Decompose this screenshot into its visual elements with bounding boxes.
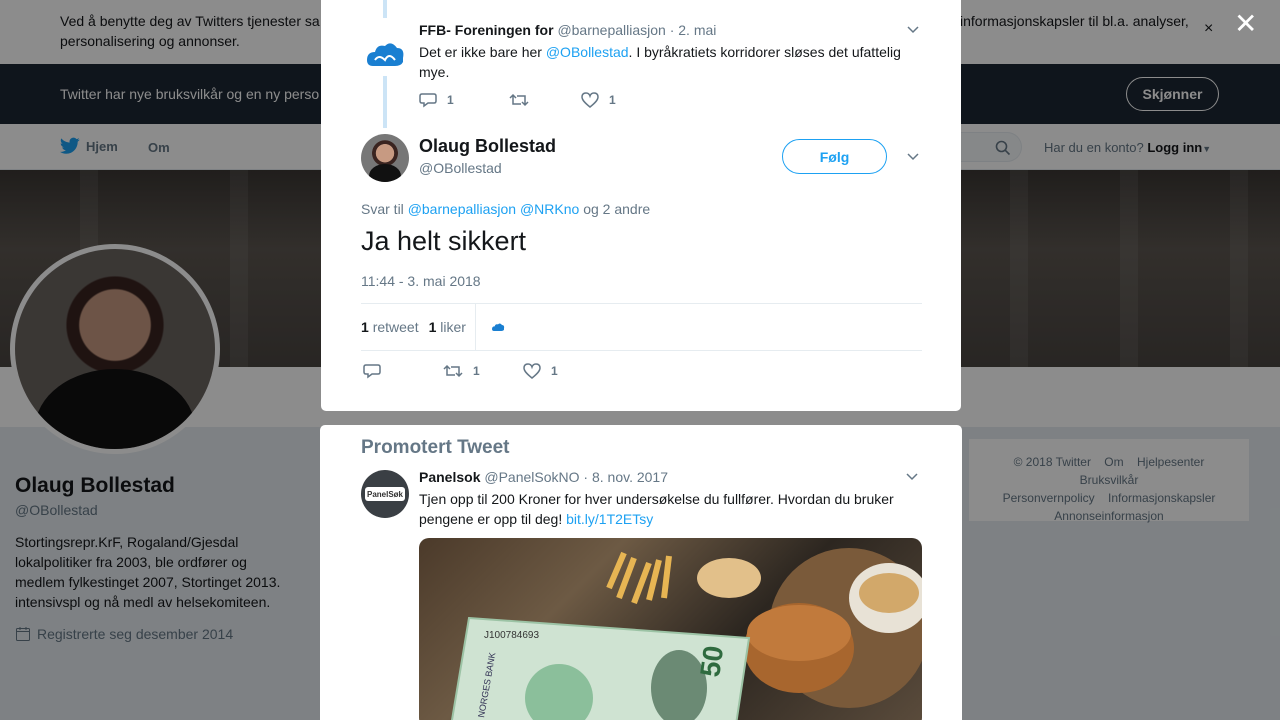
- retweet-stat[interactable]: 1 retweet: [361, 319, 419, 335]
- reply-mention-link[interactable]: @NRKno: [520, 201, 579, 217]
- reply-prefix: Svar til: [361, 201, 404, 217]
- promoted-text-body: Tjen opp til 200 Kroner for hver undersø…: [419, 491, 894, 527]
- thread-line-bottom: [383, 76, 387, 128]
- like-button[interactable]: 1: [581, 92, 616, 108]
- promoted-tweet-header: Panelsok @PanelSokNO · 8. nov. 2017: [419, 469, 668, 485]
- main-tweet-handle[interactable]: @OBollestad: [419, 160, 502, 176]
- main-tweet-name[interactable]: Olaug Bollestad: [419, 136, 556, 157]
- stats-divider: [474, 303, 476, 351]
- reply-mention-link[interactable]: @barnepalliasjon: [408, 201, 516, 217]
- tweet-modal: FFB- Foreningen for @barnepalliasjon · 2…: [321, 0, 961, 411]
- reply-icon: [363, 364, 381, 379]
- chevron-down-icon[interactable]: [906, 473, 918, 481]
- main-like-count: 1: [551, 364, 558, 378]
- main-tweet-avatar[interactable]: [361, 134, 409, 182]
- reply-button[interactable]: [363, 363, 443, 379]
- follow-button[interactable]: Følg: [782, 139, 887, 174]
- liker-avatar[interactable]: [487, 319, 509, 335]
- parent-tweet-name[interactable]: FFB- Foreningen for: [419, 22, 554, 38]
- promoted-tweet-panel: Promotert Tweet PanelSøk Panelsok @Panel…: [320, 425, 962, 720]
- retweet-stat-label: retweet: [372, 319, 419, 335]
- promoted-name[interactable]: Panelsok: [419, 469, 480, 485]
- parent-tweet-header: FFB- Foreningen for @barnepalliasjon · 2…: [419, 22, 716, 38]
- panelsok-logo: PanelSøk: [365, 487, 405, 501]
- like-stat[interactable]: 1 liker: [429, 319, 466, 335]
- reply-suffix[interactable]: og 2 andre: [583, 201, 650, 217]
- retweet-button[interactable]: [509, 92, 581, 108]
- parent-like-count: 1: [609, 93, 616, 107]
- retweet-button[interactable]: 1: [443, 363, 523, 379]
- retweet-icon: [509, 93, 529, 107]
- like-stat-count: 1: [428, 319, 437, 335]
- like-stat-label: liker: [440, 319, 466, 335]
- banknote-value: 50: [694, 644, 729, 679]
- reply-button[interactable]: 1: [419, 92, 509, 108]
- heart-icon: [523, 363, 541, 379]
- parent-tweet-handle[interactable]: @barnepalliasjon: [557, 22, 665, 38]
- main-retweet-count: 1: [473, 364, 480, 378]
- retweet-stat-count: 1: [361, 319, 369, 335]
- thread-line-top: [383, 0, 387, 18]
- replying-to: Svar til @barnepalliasjon @NRKno og 2 an…: [361, 201, 650, 217]
- parent-reply-count: 1: [447, 93, 454, 107]
- heart-icon: [581, 92, 599, 108]
- parent-tweet-date[interactable]: · 2. mai: [670, 22, 717, 38]
- retweet-icon: [443, 364, 463, 378]
- main-tweet-actions: 1 1: [363, 363, 558, 379]
- parent-tweet-actions: 1 1: [419, 92, 616, 108]
- promoted-handle[interactable]: @PanelSokNO: [484, 469, 579, 485]
- reply-icon: [419, 93, 437, 108]
- promoted-text: Tjen opp til 200 Kroner for hver undersø…: [419, 489, 919, 529]
- ffb-avatar[interactable]: [361, 30, 409, 78]
- promoted-title: Promotert Tweet: [361, 437, 510, 458]
- promoted-image[interactable]: J100784693 NORGES BANK 50: [419, 538, 922, 720]
- promoted-date[interactable]: · 8. nov. 2017: [583, 469, 668, 485]
- parent-tweet-text: Det er ikke bare her @OBollestad. I byrå…: [419, 42, 919, 82]
- modal-close-icon[interactable]: ✕: [1234, 10, 1257, 38]
- tweet-stats: 1 retweet 1 liker: [361, 303, 922, 351]
- parent-text-before: Det er ikke bare her: [419, 44, 546, 60]
- main-tweet-text: Ja helt sikkert: [361, 226, 527, 256]
- main-tweet-timestamp[interactable]: 11:44 - 3. mai 2018: [361, 273, 481, 289]
- chevron-down-icon[interactable]: [907, 153, 919, 161]
- promoted-link[interactable]: bit.ly/1T2ETsy: [566, 511, 653, 527]
- like-button[interactable]: 1: [523, 363, 558, 379]
- promoted-avatar[interactable]: PanelSøk: [361, 470, 409, 518]
- food-and-banknote-image: J100784693 NORGES BANK 50: [450, 548, 922, 720]
- chevron-down-icon[interactable]: [907, 26, 919, 34]
- parent-mention-link[interactable]: @OBollestad: [546, 44, 629, 60]
- banknote-serial: J100784693: [484, 630, 539, 641]
